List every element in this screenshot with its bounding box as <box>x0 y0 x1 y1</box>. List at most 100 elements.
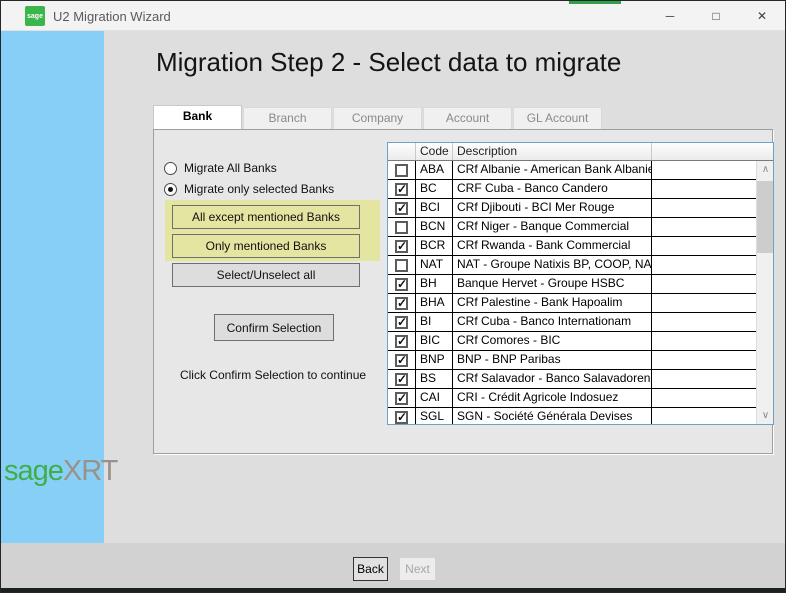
table-row[interactable]: ✓ CAI CRI - Crédit Agricole Indosuez <box>388 389 756 408</box>
row-filler <box>652 161 756 179</box>
row-checkbox[interactable]: ✓ <box>395 411 408 424</box>
row-code: BH <box>416 275 453 293</box>
table-row[interactable]: ✓ BCI CRf Djibouti - BCI Mer Rouge <box>388 199 756 218</box>
tab-branch[interactable]: Branch <box>243 107 332 129</box>
row-checkbox[interactable]: ✓ <box>395 335 408 348</box>
grid-header-checkbox-column <box>388 143 416 160</box>
minimize-button[interactable]: ─ <box>647 1 693 31</box>
row-filler <box>652 389 756 407</box>
grid-vertical-scrollbar[interactable]: ∧ ∨ <box>756 161 773 424</box>
grid-header-filler <box>652 143 756 160</box>
row-checkbox[interactable]: ✓ <box>395 392 408 405</box>
table-row[interactable]: ✓ BCR CRf Rwanda - Bank Commercial <box>388 237 756 256</box>
row-checkbox[interactable]: ✓ <box>395 297 408 310</box>
row-checkbox[interactable] <box>395 221 408 234</box>
table-row[interactable]: ✓ BNP BNP - BNP Paribas <box>388 351 756 370</box>
table-row[interactable]: ✓ BH Banque Hervet - Groupe HSBC <box>388 275 756 294</box>
logo-xrt-text: XRT <box>63 455 117 487</box>
row-description: CRf Cuba - Banco Internationam <box>453 313 652 331</box>
row-description: CRf Comores - BIC <box>453 332 652 350</box>
tab-label: Branch <box>268 111 306 125</box>
app-window: sage U2 Migration Wizard ─ □ ✕ sageXRT B… <box>0 0 786 593</box>
table-row[interactable]: NAT NAT - Groupe Natixis BP, COOP, NAT <box>388 256 756 275</box>
grid-header-code[interactable]: Code <box>416 143 453 160</box>
row-code: BCI <box>416 199 453 217</box>
row-filler <box>652 294 756 312</box>
row-description: SGN - Société Générala Devises <box>453 408 652 424</box>
table-row[interactable]: ✓ BI CRf Cuba - Banco Internationam <box>388 313 756 332</box>
row-checkbox[interactable] <box>395 259 408 272</box>
all-except-mentioned-banks-button[interactable]: All except mentioned Banks <box>172 205 360 229</box>
titlebar-green-accent <box>569 1 621 4</box>
tab-bank[interactable]: Bank <box>153 105 242 129</box>
radio-migrate-all-label: Migrate All Banks <box>184 161 277 175</box>
radio-migrate-selected-label: Migrate only selected Banks <box>184 182 334 196</box>
row-description: CRf Djibouti - BCI Mer Rouge <box>453 199 652 217</box>
window-bottom-border <box>1 588 785 592</box>
row-filler <box>652 351 756 369</box>
select-unselect-all-button[interactable]: Select/Unselect all <box>172 263 360 287</box>
row-description: Banque Hervet - Groupe HSBC <box>453 275 652 293</box>
tab-label: Company <box>352 111 403 125</box>
table-row[interactable]: BCN CRf Niger - Banque Commercial <box>388 218 756 237</box>
table-row[interactable]: ✓ BIC CRf Comores - BIC <box>388 332 756 351</box>
banks-grid: Code Description ABA CRf Albanie - Ameri… <box>387 142 774 425</box>
maximize-button[interactable]: □ <box>693 1 739 31</box>
radio-migrate-selected-banks[interactable]: Migrate only selected Banks <box>164 182 334 196</box>
row-filler <box>652 199 756 217</box>
row-checkbox[interactable] <box>395 164 408 177</box>
grid-header-description[interactable]: Description <box>453 143 652 160</box>
row-description: BNP - BNP Paribas <box>453 351 652 369</box>
only-mentioned-banks-button[interactable]: Only mentioned Banks <box>172 234 360 258</box>
sidebar: sageXRT <box>1 31 104 543</box>
row-code: BC <box>416 180 453 198</box>
row-description: CRf Salavador - Banco Salavadoreno <box>453 370 652 388</box>
row-checkbox[interactable]: ✓ <box>395 278 408 291</box>
row-checkbox[interactable]: ✓ <box>395 354 408 367</box>
tab-label: Account <box>446 111 489 125</box>
tab-company[interactable]: Company <box>333 107 422 129</box>
tab-label: GL Account <box>527 111 589 125</box>
window-controls: ─ □ ✕ <box>647 1 785 31</box>
window-title: U2 Migration Wizard <box>53 9 171 24</box>
row-description: CRf Niger - Banque Commercial <box>453 218 652 236</box>
tab-label: Bank <box>183 109 212 123</box>
row-filler <box>652 332 756 350</box>
row-filler <box>652 180 756 198</box>
row-description: CRf Palestine - Bank Hapoalim <box>453 294 652 312</box>
row-filler <box>652 237 756 255</box>
row-checkbox[interactable]: ✓ <box>395 202 408 215</box>
radio-selected-icon[interactable] <box>164 183 177 196</box>
row-filler <box>652 408 756 424</box>
table-row[interactable]: ✓ BHA CRf Palestine - Bank Hapoalim <box>388 294 756 313</box>
row-code: BI <box>416 313 453 331</box>
table-row[interactable]: ✓ SGL SGN - Société Générala Devises <box>388 408 756 424</box>
row-checkbox[interactable]: ✓ <box>395 373 408 386</box>
table-row[interactable]: ✓ BS CRf Salavador - Banco Salavadoreno <box>388 370 756 389</box>
row-checkbox[interactable]: ✓ <box>395 316 408 329</box>
confirm-hint-text: Click Confirm Selection to continue <box>162 368 384 382</box>
row-filler <box>652 313 756 331</box>
row-description: NAT - Groupe Natixis BP, COOP, NAT <box>453 256 652 274</box>
row-description: CRf Rwanda - Bank Commercial <box>453 237 652 255</box>
footer-bar <box>1 543 785 588</box>
row-checkbox[interactable]: ✓ <box>395 240 408 253</box>
tab-gl-account[interactable]: GL Account <box>513 107 602 129</box>
table-row[interactable]: ✓ BC CRF Cuba - Banco Candero <box>388 180 756 199</box>
next-button: Next <box>399 557 436 581</box>
scroll-up-icon[interactable]: ∧ <box>757 161 774 178</box>
table-row[interactable]: ABA CRf Albanie - American Bank Albanie <box>388 161 756 180</box>
radio-unselected-icon[interactable] <box>164 162 177 175</box>
tab-account[interactable]: Account <box>423 107 512 129</box>
back-button[interactable]: Back <box>353 557 388 581</box>
scroll-down-icon[interactable]: ∨ <box>757 407 774 424</box>
row-description: CRF Cuba - Banco Candero <box>453 180 652 198</box>
confirm-selection-button[interactable]: Confirm Selection <box>214 314 334 341</box>
row-code: SGL <box>416 408 453 424</box>
row-code: BCN <box>416 218 453 236</box>
scrollbar-thumb[interactable] <box>757 181 774 253</box>
close-button[interactable]: ✕ <box>739 1 785 31</box>
radio-migrate-all-banks[interactable]: Migrate All Banks <box>164 161 277 175</box>
row-code: BCR <box>416 237 453 255</box>
row-checkbox[interactable]: ✓ <box>395 183 408 196</box>
